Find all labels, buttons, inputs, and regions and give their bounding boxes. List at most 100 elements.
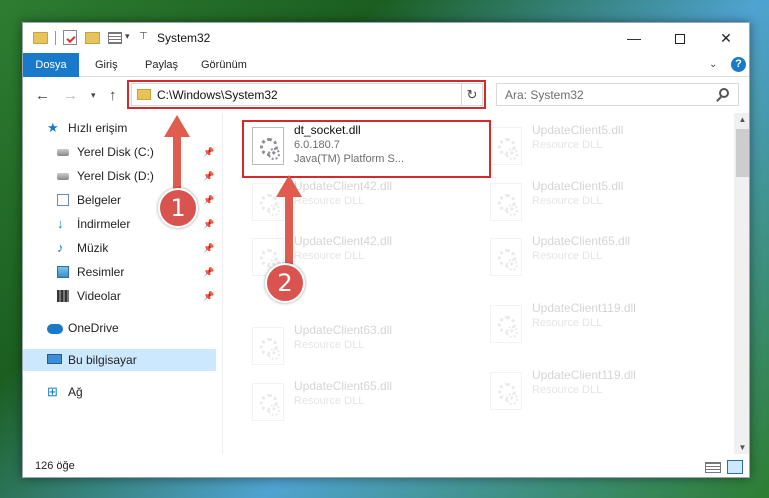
- maximize-icon: [675, 34, 685, 45]
- layout-icon[interactable]: [108, 32, 122, 44]
- pin-icon[interactable]: 📌: [203, 285, 214, 307]
- downloads-icon: ↓: [57, 216, 64, 231]
- file-item[interactable]: UpdateClient119.dll Resource DLL: [484, 366, 714, 414]
- cloud-icon: [47, 324, 63, 334]
- ribbon: Dosya Giriş Paylaş Görünüm ⌄ ?: [23, 53, 749, 77]
- sidebar-item-label: Belgeler: [77, 193, 122, 207]
- dll-file-icon: [252, 327, 284, 365]
- file-item[interactable]: UpdateClient5.dll Resource DLL: [484, 121, 714, 169]
- music-icon: ♪: [57, 240, 64, 255]
- scroll-thumb[interactable]: [736, 129, 749, 177]
- dll-file-icon: [490, 127, 522, 165]
- file-name: UpdateClient42.dll: [294, 179, 393, 193]
- network-icon: ⊞: [47, 384, 58, 399]
- pin-icon[interactable]: 📌: [203, 141, 214, 163]
- pictures-icon: [57, 266, 69, 278]
- sidebar-item-label: Hızlı erişim: [68, 121, 128, 135]
- folder-icon: [33, 32, 48, 44]
- sidebar-item-onedrive[interactable]: OneDrive: [23, 317, 216, 339]
- file-name: UpdateClient63.dll: [294, 323, 393, 337]
- file-item[interactable]: UpdateClient63.dll Resource DLL: [246, 321, 476, 369]
- sidebar-item-label: Yerel Disk (C:): [77, 145, 154, 159]
- sidebar-item-label: Resimler: [77, 265, 125, 279]
- explorer-window: ▾ ⊤ System32 — ✕ Dosya Giriş Paylaş Görü…: [22, 22, 750, 478]
- sidebar-item-local-disk-c[interactable]: Yerel Disk (C:) 📌: [23, 141, 216, 163]
- vertical-scrollbar[interactable]: ▲ ▼: [734, 113, 749, 454]
- sidebar-item-this-pc[interactable]: Bu bilgisayar: [23, 349, 216, 371]
- documents-icon: [57, 194, 69, 206]
- pin-icon[interactable]: 📌: [203, 261, 214, 283]
- file-item[interactable]: UpdateClient119.dll Resource DLL: [484, 299, 714, 347]
- minimize-button[interactable]: —: [611, 23, 657, 53]
- tab-home[interactable]: Giriş: [85, 53, 128, 77]
- file-item[interactable]: UpdateClient65.dll Resource DLL: [484, 232, 714, 280]
- navigation-bar: ← → ▾ ↑ C:\Windows\System32 ⌄ ↻ Ara: Sys…: [23, 78, 749, 112]
- sidebar-item-pictures[interactable]: Resimler 📌: [23, 261, 216, 283]
- sidebar-item-label: Yerel Disk (D:): [77, 169, 154, 183]
- scroll-up-icon[interactable]: ▲: [734, 115, 749, 124]
- file-description: Resource DLL: [532, 317, 603, 329]
- step-1-badge: 1: [158, 188, 198, 228]
- file-description: Resource DLL: [532, 195, 603, 207]
- step-2-badge: 2: [265, 263, 305, 303]
- chevron-down-icon[interactable]: ▾: [125, 31, 130, 47]
- file-description: Resource DLL: [294, 395, 365, 407]
- close-button[interactable]: ✕: [703, 23, 749, 53]
- expand-ribbon-icon[interactable]: ⌄: [709, 59, 717, 70]
- pin-icon[interactable]: 📌: [203, 189, 214, 211]
- sidebar-item-music[interactable]: ♪ Müzik 📌: [23, 237, 216, 259]
- forward-arrow-icon[interactable]: →: [63, 87, 78, 104]
- file-name: UpdateClient65.dll: [294, 379, 393, 393]
- file-name: UpdateClient5.dll: [532, 123, 624, 137]
- tab-file[interactable]: Dosya: [23, 53, 79, 77]
- sidebar-item-label: Ağ: [68, 385, 83, 399]
- address-highlight-box: [127, 80, 486, 109]
- file-name: UpdateClient5.dll: [532, 179, 624, 193]
- up-arrow-icon[interactable]: ↑: [109, 87, 117, 104]
- tab-view[interactable]: Görünüm: [191, 53, 257, 77]
- videos-icon: [57, 290, 69, 302]
- pin-icon[interactable]: 📌: [203, 165, 214, 187]
- large-icons-view-icon[interactable]: [727, 460, 743, 474]
- dll-file-icon: [252, 383, 284, 421]
- file-description: Resource DLL: [532, 139, 603, 151]
- help-icon[interactable]: ?: [731, 57, 746, 72]
- search-icon[interactable]: [719, 88, 729, 98]
- arrow-up-icon: [164, 115, 190, 137]
- file-description: Resource DLL: [294, 339, 365, 351]
- search-input[interactable]: Ara: System32: [496, 83, 739, 106]
- details-view-icon[interactable]: [705, 462, 721, 473]
- arrow-shaft-2: [285, 195, 293, 267]
- sidebar-item-local-disk-d[interactable]: Yerel Disk (D:) 📌: [23, 165, 216, 187]
- pin-icon[interactable]: 📌: [203, 213, 214, 235]
- file-item[interactable]: UpdateClient5.dll Resource DLL: [484, 177, 714, 225]
- file-item[interactable]: UpdateClient65.dll Resource DLL: [246, 377, 476, 425]
- pin-icon[interactable]: 📌: [203, 237, 214, 259]
- sidebar-item-videos[interactable]: Videolar 📌: [23, 285, 216, 307]
- properties-icon[interactable]: [63, 30, 77, 45]
- sidebar-item-network[interactable]: ⊞ Ağ: [23, 381, 216, 403]
- dll-file-icon: [490, 238, 522, 276]
- file-name: UpdateClient42.dll: [294, 234, 393, 248]
- drive-icon: [57, 173, 69, 180]
- item-count: 126 öğe: [35, 460, 75, 472]
- scroll-down-icon[interactable]: ▼: [734, 443, 749, 452]
- dll-file-icon: [490, 372, 522, 410]
- navigation-pane: ★ Hızlı erişim Yerel Disk (C:) 📌 Yerel D…: [23, 113, 223, 454]
- new-folder-icon[interactable]: [85, 32, 100, 44]
- maximize-button[interactable]: [657, 23, 703, 53]
- back-arrow-icon[interactable]: ←: [35, 87, 50, 104]
- customize-toolbar-icon[interactable]: ⊤: [139, 31, 148, 47]
- file-highlight-box: [242, 120, 491, 178]
- sidebar-item-label: Videolar: [77, 289, 121, 303]
- file-name: UpdateClient119.dll: [532, 301, 636, 315]
- tab-share[interactable]: Paylaş: [135, 53, 188, 77]
- sidebar-item-label: OneDrive: [68, 321, 119, 335]
- file-description: Resource DLL: [532, 250, 603, 262]
- star-icon: ★: [47, 120, 59, 135]
- drive-icon: [57, 149, 69, 156]
- window-title: System32: [157, 31, 211, 45]
- file-name: UpdateClient65.dll: [532, 234, 631, 248]
- recent-locations-icon[interactable]: ▾: [91, 90, 96, 101]
- sidebar-item-label: İndirmeler: [77, 217, 131, 231]
